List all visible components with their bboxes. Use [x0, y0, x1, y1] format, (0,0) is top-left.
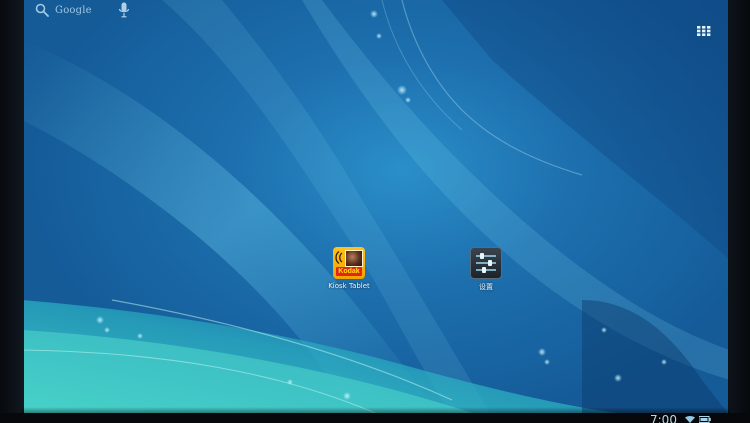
bezel-left [0, 0, 24, 423]
status-clock[interactable]: 7:00 [650, 414, 677, 423]
kodak-logo: Kodak [336, 267, 362, 276]
microphone-icon[interactable] [118, 2, 130, 18]
app-label-settings: 设置 [479, 283, 493, 291]
home-screen [22, 0, 730, 416]
search-icon [35, 3, 49, 17]
app-kiosk-tablet[interactable]: Kodak Kiosk Tablet [314, 247, 384, 290]
signal-waves-icon [335, 251, 343, 264]
all-apps-grid-icon[interactable] [697, 26, 711, 36]
bezel-right [728, 0, 750, 423]
google-label: Google [55, 4, 92, 16]
tablet-screen: Google Kodak Kiosk Tablet 设置 7:00 [0, 0, 750, 423]
battery-icon[interactable] [699, 416, 711, 423]
settings-sliders-icon [470, 247, 502, 279]
bezel-bottom [0, 413, 750, 423]
app-label-kiosk-tablet: Kiosk Tablet [328, 282, 370, 290]
app-settings[interactable]: 设置 [451, 247, 521, 292]
wallpaper [22, 0, 730, 416]
wifi-icon[interactable] [685, 416, 695, 423]
sliders-glyph [476, 253, 496, 273]
photo-thumbnail [345, 250, 363, 267]
kodak-kiosk-icon: Kodak [333, 247, 365, 279]
google-search-bar[interactable]: Google [35, 1, 92, 19]
